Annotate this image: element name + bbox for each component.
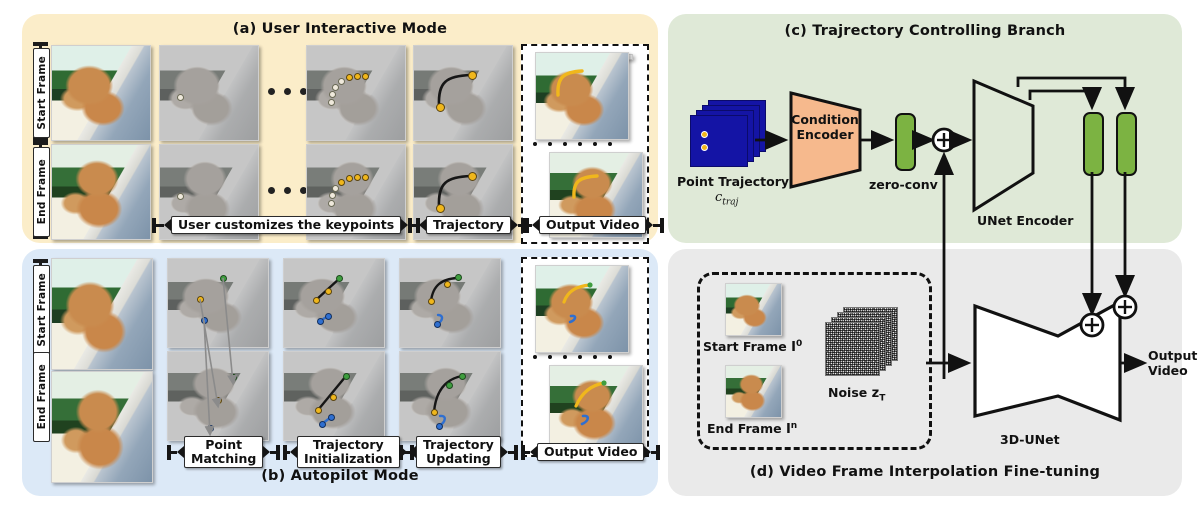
frame-start-trajectory-a — [413, 45, 513, 141]
end-frame-label: End Frame In — [707, 421, 797, 437]
frame-start-keypoint-first-a — [159, 45, 259, 141]
start-frame-superscript: 0 — [795, 339, 803, 349]
frame-start-original-a — [51, 45, 151, 141]
zero-conv-block — [895, 113, 916, 171]
unet-encoder-label: UNet Encoder — [977, 213, 1074, 228]
noise-label: Noise zT — [828, 385, 885, 404]
ellipsis-a-row1 — [268, 88, 307, 95]
frame-start-original-b — [51, 258, 153, 370]
output-video-label-d: Output Video — [1148, 348, 1197, 378]
bracket-label-trajectory-initialization: Trajectory Initialization — [297, 436, 400, 468]
bracket-trajectory-a: Trajectory — [408, 214, 529, 236]
condition-encoder-line1: Condition — [791, 112, 859, 127]
unet-encoder-shape — [972, 78, 1035, 213]
row-label-start-frame-a-text: Start Frame — [35, 56, 48, 130]
frame-start-trajectory-update-b — [399, 258, 501, 348]
bracket-label-output-video-b: Output Video — [537, 443, 645, 461]
panel-d-title: (d) Video Frame Interpolation Fine-tunin… — [749, 464, 1101, 480]
end-frame-label-text: End Frame — [707, 421, 782, 437]
bracket-output-video-b: Output Video — [521, 441, 661, 463]
output-video-dots-b — [533, 355, 612, 359]
noise-stack — [825, 307, 905, 382]
output-video-frame-a-first — [535, 52, 629, 140]
frame-end-original-a — [51, 144, 151, 240]
bracket-label-user-customizes-keypoints: User customizes the keypoints — [171, 216, 402, 234]
figure-root: (a) User Interactive Mode Start Frame En… — [0, 0, 1200, 513]
output-video-label-d-line2: Video — [1148, 363, 1188, 378]
point-trajectory-label: Point Trajectory — [677, 174, 790, 189]
bracket-trajectory-updating: Trajectory Updating — [399, 432, 518, 472]
bracket-point-matching: Point Matching — [167, 432, 281, 472]
output-video-frame-b-first — [535, 265, 629, 353]
skip-connection-block-1 — [1083, 112, 1104, 176]
output-video-dots-a — [533, 142, 612, 146]
bracket-label-output-video-a: Output Video — [539, 216, 647, 234]
zero-conv-label: zero-conv — [869, 177, 938, 192]
unet3d-shape — [973, 300, 1122, 423]
bracket-label-trajectory-a: Trajectory — [426, 216, 511, 234]
frame-end-trajectory-update-b — [399, 351, 501, 441]
row-label-end-frame-b-text: End Frame — [35, 364, 48, 430]
panel-a-title: (a) User Interactive Mode — [232, 21, 448, 37]
bracket-label-trajectory-updating: Trajectory Updating — [416, 436, 501, 468]
bracket-trajectory-initialization: Trajectory Initialization — [283, 432, 414, 472]
point-trajectory-symbol: ctraj — [715, 190, 738, 208]
row-label-start-frame-b-text: Start Frame — [35, 273, 48, 347]
start-frame-label: Start Frame I0 — [703, 339, 802, 355]
output-video-label-d-line1: Output — [1148, 348, 1198, 363]
unet3d-label: 3D-UNet — [1000, 432, 1060, 447]
bracket-output-video-a: Output Video — [521, 214, 665, 236]
noise-label-text: Noise — [828, 385, 868, 400]
frame-end-original-b — [51, 371, 153, 483]
bracket-label-point-matching: Point Matching — [184, 436, 264, 468]
panel-c-title: (c) Trajrectory Controlling Branch — [784, 23, 1066, 39]
point-trajectory-subscript: traj — [722, 197, 739, 208]
ellipsis-a-row2 — [268, 187, 307, 194]
start-frame-thumbnail — [725, 283, 782, 336]
skip-connection-block-2 — [1116, 112, 1137, 176]
end-frame-thumbnail — [725, 365, 782, 418]
noise-subscript: T — [879, 393, 886, 404]
bracket-user-customizes-keypoints: User customizes the keypoints — [152, 214, 421, 236]
frame-start-keypoints-all-a — [306, 45, 406, 141]
condition-encoder-line2: Encoder — [796, 126, 854, 142]
condition-encoder-label: Condition Encoder — [790, 112, 860, 143]
start-frame-label-text: Start Frame — [703, 339, 787, 355]
end-frame-superscript: n — [790, 421, 798, 431]
output-video-frame-b-last — [549, 365, 643, 451]
point-matching-arrows — [199, 277, 238, 437]
row-label-end-frame-a-text: End Frame — [35, 159, 48, 225]
point-trajectory-stack — [690, 100, 770, 172]
